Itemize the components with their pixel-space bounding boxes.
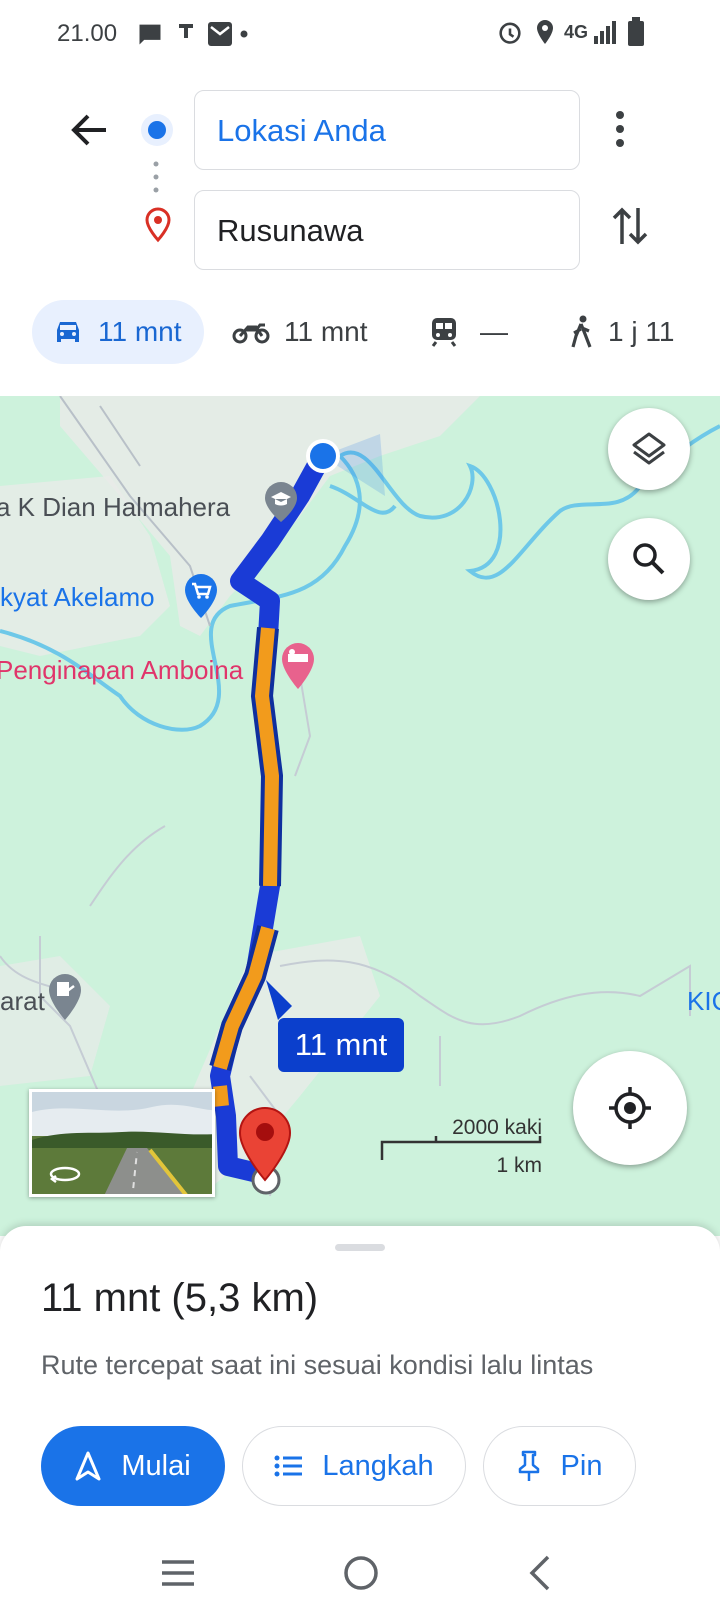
pin-label: Pin <box>560 1449 603 1482</box>
mode-walk-tab[interactable]: 1 j 11 <box>568 300 674 364</box>
home-icon[interactable] <box>342 1554 380 1592</box>
status-bar: 21.00 4G <box>0 0 720 70</box>
origin-text: Lokasi Anda <box>217 113 386 148</box>
layers-icon <box>632 432 666 465</box>
map-scale: 2000 kaki 1 km <box>380 1116 542 1177</box>
map-label-market: kyat Akelamo <box>0 582 155 612</box>
office-poi-icon[interactable] <box>46 972 84 1022</box>
route-time-chip[interactable]: 11 mnt <box>278 1018 404 1072</box>
route-chip-tail <box>266 980 292 1020</box>
signal-icon <box>594 21 616 44</box>
destination-map-pin[interactable] <box>237 1106 293 1182</box>
train-icon <box>431 318 457 347</box>
navigation-arrow-icon <box>75 1451 101 1481</box>
steps-label: Langkah <box>322 1449 434 1482</box>
mode-walk-label: 1 j 11 <box>608 316 675 347</box>
alarm-icon <box>499 22 521 44</box>
map-view[interactable]: a K Dian Halmahera kyat Akelamo Penginap… <box>0 396 720 1236</box>
start-navigation-button[interactable]: Mulai <box>41 1426 225 1506</box>
swap-directions-icon[interactable] <box>611 204 649 248</box>
search-icon <box>633 543 665 575</box>
mode-car-tab[interactable]: 11 mnt <box>32 300 204 364</box>
my-location-button[interactable] <box>573 1051 687 1165</box>
mode-motorcycle-label: 11 mnt <box>284 316 368 347</box>
scale-metric: 1 km <box>496 1154 542 1177</box>
market-poi-icon[interactable] <box>182 572 220 620</box>
mode-transit-tab[interactable]: — <box>430 300 508 364</box>
mode-car-label: 11 mnt <box>98 316 182 347</box>
360-rotate-icon <box>49 1166 81 1183</box>
crosshair-icon <box>609 1087 651 1129</box>
search-map-button[interactable] <box>608 518 690 600</box>
status-time: 21.00 <box>57 20 118 47</box>
mode-transit-label: — <box>480 316 508 347</box>
steps-button[interactable]: Langkah <box>242 1426 466 1506</box>
pushpin-icon <box>518 1450 539 1481</box>
back-nav-icon[interactable] <box>528 1554 552 1592</box>
origin-dot-icon <box>141 114 173 146</box>
destination-text: Rusunawa <box>217 213 364 248</box>
network-type-label: 4G <box>564 22 589 42</box>
system-navigation-bar <box>0 1540 720 1612</box>
school-poi-icon[interactable] <box>262 480 300 524</box>
recent-apps-icon[interactable] <box>160 1558 196 1588</box>
directions-header: Lokasi Anda Rusunawa 11 mnt 11 mnt — 1 j… <box>0 70 720 400</box>
map-label-office: arat <box>0 986 45 1016</box>
layers-button[interactable] <box>608 408 690 490</box>
motorcycle-icon <box>232 323 270 344</box>
route-connector-dots <box>153 161 159 193</box>
list-icon <box>274 1455 303 1477</box>
mail-icon <box>208 22 248 46</box>
hotel-poi-icon[interactable] <box>279 641 317 691</box>
message-icon <box>139 24 161 45</box>
destination-input[interactable]: Rusunawa <box>194 190 580 270</box>
sheet-drag-handle[interactable] <box>335 1244 385 1251</box>
location-status-icon <box>537 20 553 44</box>
car-icon <box>57 322 79 342</box>
map-label-school: a K Dian Halmahera <box>0 492 231 522</box>
more-options-icon[interactable] <box>614 110 626 148</box>
walking-icon <box>571 315 592 348</box>
map-label-hotel: Penginapan Amboina <box>0 655 244 685</box>
battery-icon <box>628 17 644 46</box>
map-label-edge: KIC <box>687 986 720 1016</box>
notification-icon <box>179 24 193 38</box>
route-summary: 11 mnt (5,3 km) <box>41 1276 319 1320</box>
mode-motorcycle-tab[interactable]: 11 mnt <box>232 300 368 364</box>
route-description: Rute tercepat saat ini sesuai kondisi la… <box>41 1350 594 1380</box>
pin-button[interactable]: Pin <box>483 1426 636 1506</box>
start-label: Mulai <box>121 1449 191 1482</box>
origin-input[interactable]: Lokasi Anda <box>194 90 580 170</box>
destination-pin-icon <box>145 207 171 243</box>
street-view-thumbnail[interactable] <box>29 1089 215 1197</box>
back-arrow-icon[interactable] <box>70 112 108 148</box>
